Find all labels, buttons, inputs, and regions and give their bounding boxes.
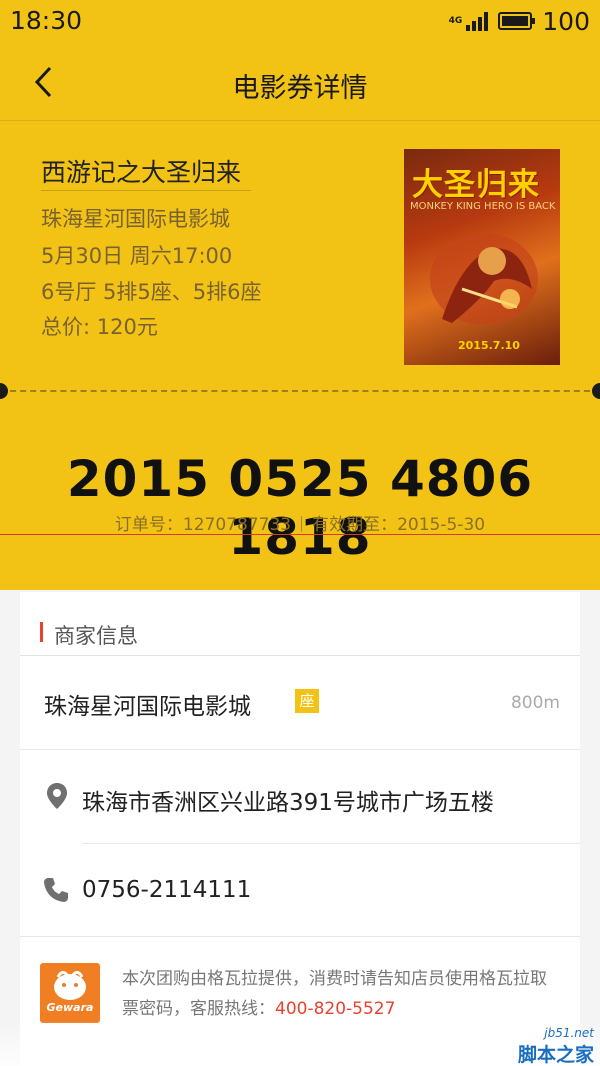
address-row[interactable]: 珠海市香洲区兴业路391号城市广场五楼 <box>20 750 580 844</box>
page-title: 电影券详情 <box>232 73 368 104</box>
status-time: 18:30 <box>10 6 83 35</box>
gewara-logo: Gewara <box>40 963 100 1023</box>
nav-bar: 电影券详情 <box>0 44 600 121</box>
cinema-distance: 800m <box>510 693 560 713</box>
provider-note: 本次团购由格瓦拉提供，消费时请告知店员使用格瓦拉取票密码，客服热线：400-82… <box>122 964 562 1024</box>
movie-total-price: 总价: 120元 <box>41 315 158 339</box>
signal-icon <box>466 11 489 31</box>
movie-cinema: 珠海星河国际电影城 <box>41 207 230 231</box>
merchant-card: 商家信息 珠海星河国际电影城 座 800m 珠海市香洲区兴业路391号城市广场五… <box>20 592 580 1066</box>
ticket-zigzag-edge <box>0 580 600 590</box>
location-pin-icon <box>47 783 67 809</box>
section-accent-bar <box>40 622 43 642</box>
voucher-code: 2015 0525 4806 1818 <box>66 450 534 566</box>
valid-until: 有效期至：2015-5-30 <box>312 515 486 535</box>
seat-badge: 座 <box>295 689 319 713</box>
movie-title: 西游记之大圣归来 <box>41 158 242 187</box>
poster-title: 大圣归来 <box>412 167 540 203</box>
status-indicators: 4G 100 <box>449 6 590 36</box>
ticket-notch-right <box>592 383 600 399</box>
red-rule <box>0 534 600 535</box>
cinema-address: 珠海市香洲区兴业路391号城市广场五楼 <box>82 790 494 816</box>
section-title: 商家信息 <box>54 624 138 648</box>
watermark-site: jb51.net <box>544 1026 594 1040</box>
battery-level <box>502 16 529 26</box>
movie-poster[interactable]: 大圣归来 MONKEY KING HERO IS BACK 2015.7.10 <box>404 149 560 365</box>
network-type: 4G <box>448 16 463 26</box>
hotline-link[interactable]: 400-820-5527 <box>275 999 395 1019</box>
phone-row[interactable]: 0756-2114111 <box>20 844 580 937</box>
title-divider <box>41 190 251 191</box>
ticket-notch-left <box>0 383 8 399</box>
order-number: 订单号：1270787733 <box>114 515 292 535</box>
phone-icon <box>44 878 68 902</box>
battery-icon <box>498 12 536 30</box>
watermark: jb51.net 脚本之家 <box>518 1026 594 1066</box>
cinema-row[interactable]: 珠海星河国际电影城 座 800m <box>20 657 580 750</box>
movie-showtime: 5月30日 周六17:00 <box>41 244 233 268</box>
ticket-perforation <box>0 390 600 392</box>
merchant-section-header: 商家信息 <box>20 592 580 656</box>
meta-separator <box>301 516 303 532</box>
gewara-logo-text: Gewara <box>46 1001 94 1014</box>
movie-seats: 6号厅 5排5座、5排6座 <box>41 280 262 304</box>
watermark-name: 脚本之家 <box>517 1044 594 1066</box>
cinema-phone: 0756-2114111 <box>82 877 252 903</box>
poster-figure-image <box>430 233 538 325</box>
poster-date: 2015.7.10 <box>458 339 520 352</box>
ticket-card: 18:30 4G 100 电影券详情 西游记之大圣归来 珠海星河国际电影城 5月… <box>0 0 600 590</box>
gewara-mascot-icon <box>54 970 86 1000</box>
status-bar: 18:30 4G 100 <box>0 0 600 44</box>
cinema-name: 珠海星河国际电影城 <box>44 694 251 720</box>
zigzag-teeth <box>0 580 600 590</box>
voucher-meta: 订单号：1270787733 有效期至：2015-5-30 <box>0 510 600 535</box>
battery-text: 100 <box>542 6 590 36</box>
bottom-fade <box>0 1020 600 1066</box>
poster-subtitle: MONKEY KING HERO IS BACK <box>410 201 556 212</box>
